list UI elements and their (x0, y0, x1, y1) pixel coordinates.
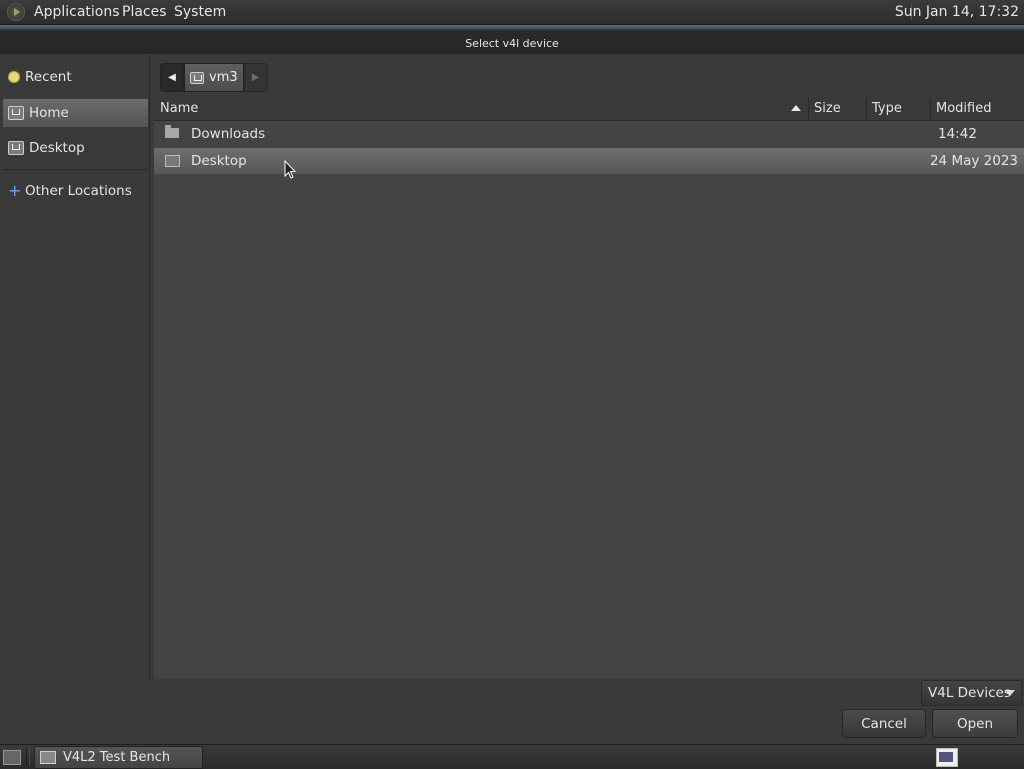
column-header-modified[interactable]: Modified (936, 101, 991, 116)
chevron-right-icon: ▶ (251, 72, 260, 83)
file-filter-label: V4L Devices (928, 685, 1011, 701)
dialog-titlebar[interactable]: Select v4l device (0, 25, 1024, 54)
window-icon (40, 751, 56, 764)
desktop-folder-icon (165, 155, 180, 167)
sidebar-divider (3, 169, 148, 170)
file-name: Desktop (191, 153, 247, 169)
menu-applications[interactable]: Applications (34, 4, 120, 20)
dialog-action-area: V4L Devices Cancel Open (0, 680, 1024, 744)
column-header-type[interactable]: Type (872, 101, 902, 116)
sidebar-item-desktop[interactable]: Desktop (3, 134, 148, 162)
dialog-title: Select v4l device (465, 37, 559, 50)
sidebar-item-label: Home (29, 105, 69, 121)
places-sidebar: Recent Home Desktop + Other Locations (2, 55, 150, 679)
sidebar-item-label: Other Locations (25, 183, 132, 199)
path-button-label: vm3 (209, 70, 238, 85)
clock-icon (8, 71, 20, 83)
show-desktop-icon[interactable] (3, 750, 21, 765)
clock[interactable]: Sun Jan 14, 17:32 (895, 4, 1019, 20)
chevron-left-icon: ◀ (168, 72, 176, 83)
menu-system[interactable]: System (174, 4, 226, 20)
path-forward-button[interactable]: ▶ (243, 63, 268, 92)
file-chooser-main: ◀ vm3 ▶ Name Size Type Modified Download… (152, 55, 1024, 679)
top-panel: Applications Places System Sun Jan 14, 1… (0, 0, 1024, 25)
file-list-header: Name Size Type Modified (154, 98, 1024, 121)
column-separator[interactable] (930, 98, 931, 120)
column-header-size[interactable]: Size (814, 101, 841, 116)
home-folder-icon (190, 71, 204, 84)
path-back-button[interactable]: ◀ (160, 63, 184, 92)
bottom-taskbar: V4L2 Test Bench (0, 744, 1024, 769)
chevron-down-icon (1005, 690, 1015, 696)
distro-logo-icon[interactable] (7, 3, 25, 21)
mouse-cursor-icon (284, 160, 296, 179)
taskbar-separator (26, 748, 30, 766)
column-separator[interactable] (808, 98, 809, 120)
file-filter-dropdown[interactable]: V4L Devices (921, 680, 1022, 706)
folder-icon (165, 125, 179, 138)
path-button-home[interactable]: vm3 (184, 63, 244, 92)
workspace-switcher-icon[interactable] (936, 748, 958, 767)
sidebar-item-other-locations[interactable]: + Other Locations (3, 177, 148, 205)
file-modified: 14:42 (938, 126, 977, 142)
taskbar-window-button[interactable]: V4L2 Test Bench (34, 746, 203, 769)
sort-ascending-icon (791, 105, 801, 111)
menu-places[interactable]: Places (122, 4, 167, 20)
file-modified: 24 May 2023 (929, 153, 1018, 169)
sidebar-item-label: Recent (25, 69, 72, 85)
taskbar-window-label: V4L2 Test Bench (63, 750, 171, 765)
sidebar-item-label: Desktop (29, 140, 85, 156)
column-header-name[interactable]: Name (160, 101, 198, 116)
column-separator[interactable] (866, 98, 867, 120)
open-button[interactable]: Open (932, 709, 1018, 738)
cancel-button[interactable]: Cancel (842, 709, 926, 738)
sidebar-item-recent[interactable]: Recent (3, 63, 148, 91)
file-list[interactable]: Name Size Type Modified Downloads 14:42 … (154, 98, 1024, 679)
home-folder-icon (8, 106, 24, 120)
file-name: Downloads (191, 126, 266, 142)
file-row[interactable]: Downloads 14:42 (154, 121, 1024, 147)
path-bar: ◀ vm3 ▶ (160, 63, 268, 92)
sidebar-item-home[interactable]: Home (3, 99, 148, 127)
desktop-folder-icon (8, 141, 24, 155)
plus-icon: + (8, 181, 22, 200)
